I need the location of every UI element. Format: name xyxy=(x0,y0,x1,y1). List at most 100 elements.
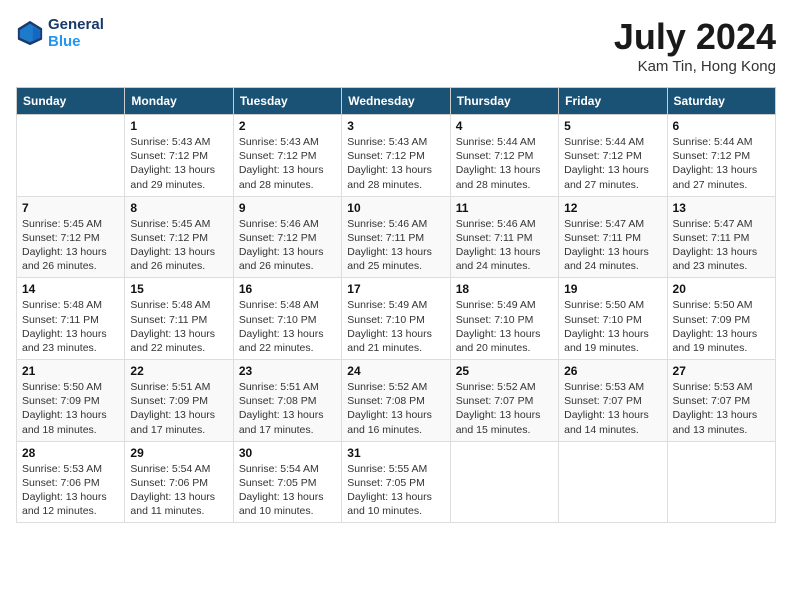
page-header: General Blue July 2024 Kam Tin, Hong Kon… xyxy=(16,16,776,75)
calendar-cell: 24 Sunrise: 5:52 AM Sunset: 7:08 PM Dayli… xyxy=(342,360,450,442)
calendar-cell: 10Sunrise: 5:46 AM Sunset: 7:11 PM Dayli… xyxy=(342,196,450,278)
day-number: 15 xyxy=(130,282,227,296)
day-info: Sunrise: 5:48 AM Sunset: 7:11 PM Dayligh… xyxy=(22,298,119,355)
day-number: 8 xyxy=(130,201,227,215)
weekday-header-row: SundayMondayTuesdayWednesdayThursdayFrid… xyxy=(17,88,776,115)
day-info: Sunrise: 5:47 AM Sunset: 7:11 PM Dayligh… xyxy=(564,217,661,274)
calendar-cell: 18 Sunrise: 5:49 AM Sunset: 7:10 PM Dayli… xyxy=(450,278,558,360)
day-info: Sunrise: 5:50 AM Sunset: 7:10 PM Dayligh… xyxy=(564,298,661,355)
day-number: 7 xyxy=(22,201,119,215)
calendar-cell: 13 Sunrise: 5:47 AM Sunset: 7:11 PM Dayli… xyxy=(667,196,775,278)
day-number: 20 xyxy=(673,282,770,296)
day-number: 22 xyxy=(130,364,227,378)
day-info: Sunrise: 5:50 AM Sunset: 7:09 PM Dayligh… xyxy=(22,380,119,437)
day-number: 23 xyxy=(239,364,336,378)
weekday-header-saturday: Saturday xyxy=(667,88,775,115)
day-info: Sunrise: 5:46 AM Sunset: 7:12 PM Dayligh… xyxy=(239,217,336,274)
day-number: 5 xyxy=(564,119,661,133)
calendar-cell: 23 Sunrise: 5:51 AM Sunset: 7:08 PM Dayli… xyxy=(233,360,341,442)
day-number: 26 xyxy=(564,364,661,378)
calendar-cell: 19 Sunrise: 5:50 AM Sunset: 7:10 PM Dayli… xyxy=(559,278,667,360)
day-info: Sunrise: 5:52 AM Sunset: 7:08 PM Dayligh… xyxy=(347,380,444,437)
day-number: 31 xyxy=(347,446,444,460)
day-number: 25 xyxy=(456,364,553,378)
calendar-cell: 11 Sunrise: 5:46 AM Sunset: 7:11 PM Dayli… xyxy=(450,196,558,278)
calendar-week-row: 21 Sunrise: 5:50 AM Sunset: 7:09 PM Dayli… xyxy=(17,360,776,442)
day-number: 1 xyxy=(130,119,227,133)
calendar-cell: 22 Sunrise: 5:51 AM Sunset: 7:09 PM Dayli… xyxy=(125,360,233,442)
day-number: 12 xyxy=(564,201,661,215)
day-info: Sunrise: 5:46 AM Sunset: 7:11 PM Dayligh… xyxy=(347,217,444,274)
calendar-cell: 25 Sunrise: 5:52 AM Sunset: 7:07 PM Dayli… xyxy=(450,360,558,442)
day-number: 14 xyxy=(22,282,119,296)
day-info: Sunrise: 5:46 AM Sunset: 7:11 PM Dayligh… xyxy=(456,217,553,274)
day-info: Sunrise: 5:44 AM Sunset: 7:12 PM Dayligh… xyxy=(456,135,553,192)
calendar-cell xyxy=(559,441,667,523)
day-number: 11 xyxy=(456,201,553,215)
calendar-cell: 17 Sunrise: 5:49 AM Sunset: 7:10 PM Dayli… xyxy=(342,278,450,360)
day-number: 27 xyxy=(673,364,770,378)
calendar-cell: 3Sunrise: 5:43 AM Sunset: 7:12 PM Daylig… xyxy=(342,115,450,197)
calendar-cell xyxy=(667,441,775,523)
day-info: Sunrise: 5:50 AM Sunset: 7:09 PM Dayligh… xyxy=(673,298,770,355)
calendar-cell xyxy=(17,115,125,197)
weekday-header-wednesday: Wednesday xyxy=(342,88,450,115)
day-number: 21 xyxy=(22,364,119,378)
calendar-cell: 9Sunrise: 5:46 AM Sunset: 7:12 PM Daylig… xyxy=(233,196,341,278)
day-info: Sunrise: 5:43 AM Sunset: 7:12 PM Dayligh… xyxy=(347,135,444,192)
calendar-cell: 27 Sunrise: 5:53 AM Sunset: 7:07 PM Dayli… xyxy=(667,360,775,442)
day-info: Sunrise: 5:52 AM Sunset: 7:07 PM Dayligh… xyxy=(456,380,553,437)
calendar-cell: 5 Sunrise: 5:44 AM Sunset: 7:12 PM Daylig… xyxy=(559,115,667,197)
day-info: Sunrise: 5:53 AM Sunset: 7:07 PM Dayligh… xyxy=(673,380,770,437)
calendar-cell: 29Sunrise: 5:54 AM Sunset: 7:06 PM Dayli… xyxy=(125,441,233,523)
calendar-cell: 6 Sunrise: 5:44 AM Sunset: 7:12 PM Daylig… xyxy=(667,115,775,197)
location: Kam Tin, Hong Kong xyxy=(614,58,776,75)
day-number: 29 xyxy=(130,446,227,460)
calendar-cell: 20 Sunrise: 5:50 AM Sunset: 7:09 PM Dayli… xyxy=(667,278,775,360)
calendar-cell: 15 Sunrise: 5:48 AM Sunset: 7:11 PM Dayli… xyxy=(125,278,233,360)
day-info: Sunrise: 5:48 AM Sunset: 7:10 PM Dayligh… xyxy=(239,298,336,355)
day-info: Sunrise: 5:48 AM Sunset: 7:11 PM Dayligh… xyxy=(130,298,227,355)
calendar-week-row: 14 Sunrise: 5:48 AM Sunset: 7:11 PM Dayli… xyxy=(17,278,776,360)
calendar-cell xyxy=(450,441,558,523)
day-info: Sunrise: 5:49 AM Sunset: 7:10 PM Dayligh… xyxy=(456,298,553,355)
calendar-cell: 7 Sunrise: 5:45 AM Sunset: 7:12 PM Daylig… xyxy=(17,196,125,278)
calendar-week-row: 28Sunrise: 5:53 AM Sunset: 7:06 PM Dayli… xyxy=(17,441,776,523)
day-number: 13 xyxy=(673,201,770,215)
month-title: July 2024 xyxy=(614,16,776,58)
day-number: 2 xyxy=(239,119,336,133)
day-number: 17 xyxy=(347,282,444,296)
calendar-week-row: 1 Sunrise: 5:43 AM Sunset: 7:12 PM Daylig… xyxy=(17,115,776,197)
day-number: 30 xyxy=(239,446,336,460)
day-number: 24 xyxy=(347,364,444,378)
calendar-cell: 1 Sunrise: 5:43 AM Sunset: 7:12 PM Daylig… xyxy=(125,115,233,197)
calendar-cell: 26 Sunrise: 5:53 AM Sunset: 7:07 PM Dayli… xyxy=(559,360,667,442)
weekday-header-tuesday: Tuesday xyxy=(233,88,341,115)
logo-text: General Blue xyxy=(48,16,104,50)
day-info: Sunrise: 5:43 AM Sunset: 7:12 PM Dayligh… xyxy=(130,135,227,192)
day-info: Sunrise: 5:51 AM Sunset: 7:09 PM Dayligh… xyxy=(130,380,227,437)
day-number: 16 xyxy=(239,282,336,296)
day-info: Sunrise: 5:54 AM Sunset: 7:05 PM Dayligh… xyxy=(239,462,336,519)
day-info: Sunrise: 5:45 AM Sunset: 7:12 PM Dayligh… xyxy=(130,217,227,274)
day-info: Sunrise: 5:51 AM Sunset: 7:08 PM Dayligh… xyxy=(239,380,336,437)
weekday-header-monday: Monday xyxy=(125,88,233,115)
calendar-cell: 30 Sunrise: 5:54 AM Sunset: 7:05 PM Dayli… xyxy=(233,441,341,523)
calendar-cell: 2Sunrise: 5:43 AM Sunset: 7:12 PM Daylig… xyxy=(233,115,341,197)
day-info: Sunrise: 5:45 AM Sunset: 7:12 PM Dayligh… xyxy=(22,217,119,274)
day-number: 6 xyxy=(673,119,770,133)
calendar-week-row: 7 Sunrise: 5:45 AM Sunset: 7:12 PM Daylig… xyxy=(17,196,776,278)
calendar-cell: 12 Sunrise: 5:47 AM Sunset: 7:11 PM Dayli… xyxy=(559,196,667,278)
day-number: 18 xyxy=(456,282,553,296)
calendar-table: SundayMondayTuesdayWednesdayThursdayFrid… xyxy=(16,87,776,523)
calendar-cell: 28Sunrise: 5:53 AM Sunset: 7:06 PM Dayli… xyxy=(17,441,125,523)
calendar-cell: 4Sunrise: 5:44 AM Sunset: 7:12 PM Daylig… xyxy=(450,115,558,197)
day-info: Sunrise: 5:47 AM Sunset: 7:11 PM Dayligh… xyxy=(673,217,770,274)
day-number: 19 xyxy=(564,282,661,296)
day-info: Sunrise: 5:44 AM Sunset: 7:12 PM Dayligh… xyxy=(673,135,770,192)
day-info: Sunrise: 5:49 AM Sunset: 7:10 PM Dayligh… xyxy=(347,298,444,355)
day-info: Sunrise: 5:44 AM Sunset: 7:12 PM Dayligh… xyxy=(564,135,661,192)
calendar-cell: 14 Sunrise: 5:48 AM Sunset: 7:11 PM Dayli… xyxy=(17,278,125,360)
day-info: Sunrise: 5:53 AM Sunset: 7:07 PM Dayligh… xyxy=(564,380,661,437)
day-number: 28 xyxy=(22,446,119,460)
